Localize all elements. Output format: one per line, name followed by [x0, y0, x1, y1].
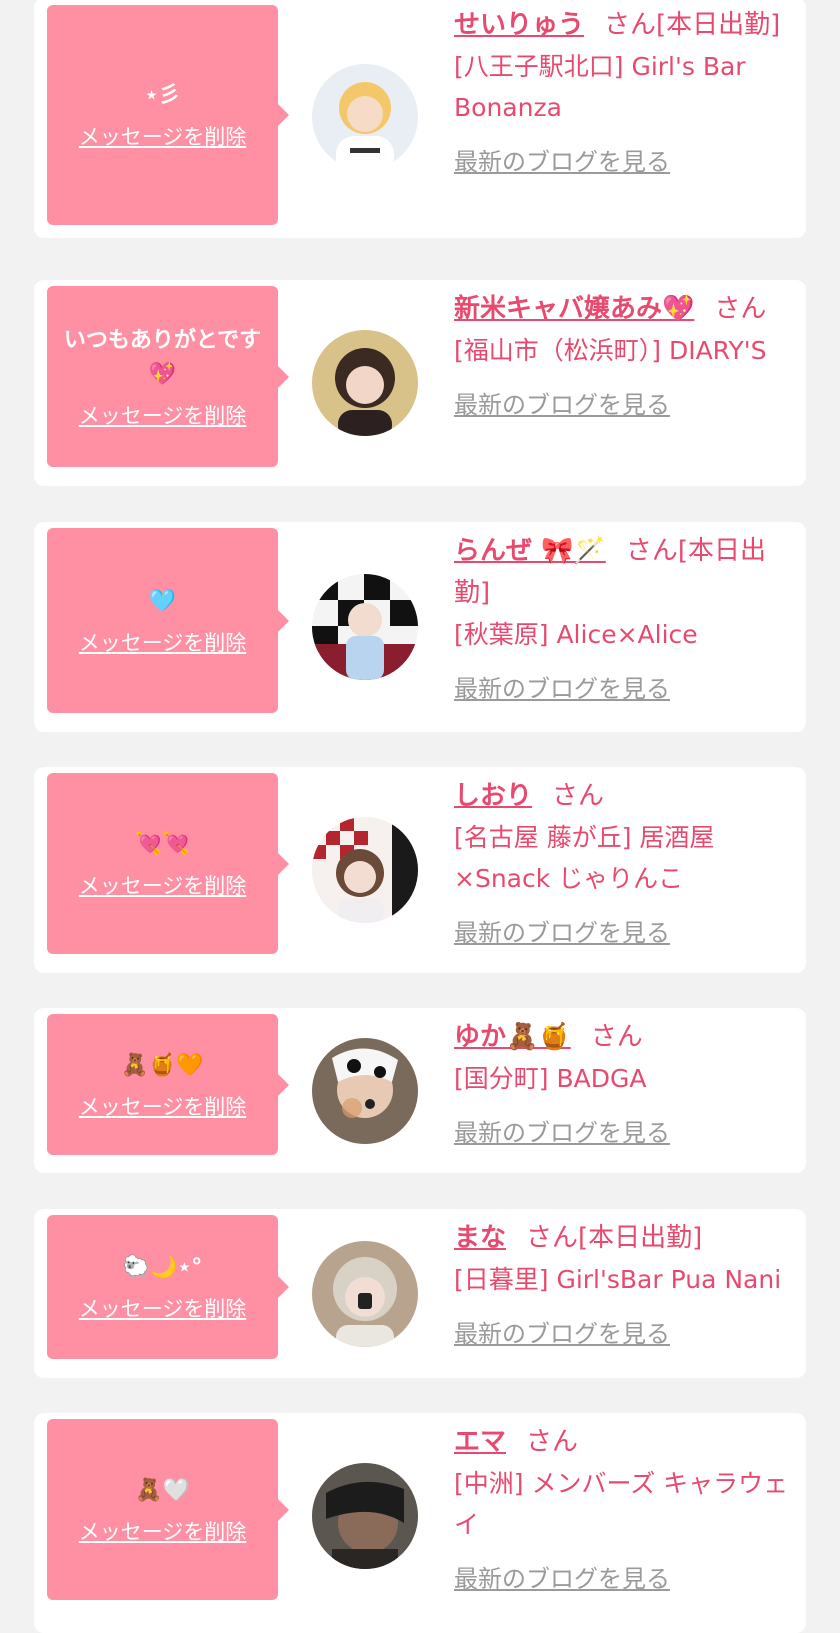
shop-info: [中洲] メンバーズ キャラウェイ	[454, 1469, 789, 1539]
message-text: 🧸🍯🧡	[121, 1052, 204, 1078]
avatar[interactable]	[312, 64, 418, 170]
honorific: さん	[552, 781, 605, 811]
message-text: 🩵	[148, 588, 177, 614]
message-text: 🧸🤍	[135, 1477, 190, 1503]
cast-name-link[interactable]: エマ	[454, 1427, 506, 1457]
cast-name-link[interactable]: まな	[454, 1223, 506, 1253]
avatar[interactable]	[312, 1038, 418, 1144]
latest-blog-link[interactable]: 最新のブログを見る	[454, 1559, 794, 1594]
shop-info: [名古屋 藤が丘] 居酒屋×Snack じゃりんこ	[454, 823, 715, 893]
message-bubble: 🧸🍯🧡 メッセージを削除	[47, 1014, 278, 1155]
message-card: ⋆彡 メッセージを削除 せいりゅう さん[本日出勤] [八王子駅北口] Girl'…	[34, 0, 806, 238]
delete-message-link[interactable]: メッセージを削除	[79, 870, 247, 900]
message-text: 💘💘	[135, 831, 190, 857]
message-text: 🐑🌙⋆°	[122, 1255, 203, 1280]
avatar[interactable]	[312, 817, 418, 923]
delete-message-link[interactable]: メッセージを削除	[79, 627, 247, 657]
shop-info: [福山市（松浜町）] DIARY'S	[454, 336, 767, 365]
message-bubble: 💘💘 メッセージを削除	[47, 773, 278, 954]
message-card: 🩵 メッセージを削除 らんぜ 🎀🪄 さん[本日出勤] [秋葉原] Alice×Al…	[34, 522, 806, 732]
message-text: ⋆彡	[144, 83, 181, 108]
latest-blog-link[interactable]: 最新のブログを見る	[454, 1113, 794, 1148]
shop-info: [日暮里] Girl'sBar Pua Nani	[454, 1265, 782, 1294]
message-text: いつもありがとです💖	[63, 327, 262, 387]
cast-name-link[interactable]: ゆか🧸🍯	[454, 1022, 571, 1052]
honorific: さん	[526, 1427, 579, 1457]
avatar[interactable]	[312, 330, 418, 436]
shop-info: [秋葉原] Alice×Alice	[454, 620, 698, 649]
message-bubble: 🐑🌙⋆° メッセージを削除	[47, 1215, 278, 1359]
avatar[interactable]	[312, 1463, 418, 1569]
honorific: さん	[526, 1223, 579, 1253]
delete-message-link[interactable]: メッセージを削除	[79, 1091, 247, 1121]
cast-name-link[interactable]: 新米キャバ嬢あみ💖	[454, 294, 694, 324]
latest-blog-link[interactable]: 最新のブログを見る	[454, 142, 794, 177]
message-card: 🧸🤍 メッセージを削除 エマ さん [中洲] メンバーズ キャラウェイ 最新のブロ…	[34, 1413, 806, 1633]
message-card: 🐑🌙⋆° メッセージを削除 まな さん[本日出勤] [日暮里] Girl'sBar…	[34, 1209, 806, 1378]
message-card: 🧸🍯🧡 メッセージを削除 ゆか🧸🍯 さん [国分町] BADGA 最新のブログを見…	[34, 1008, 806, 1173]
latest-blog-link[interactable]: 最新のブログを見る	[454, 385, 794, 420]
message-bubble: いつもありがとです💖 メッセージを削除	[47, 286, 278, 467]
delete-message-link[interactable]: メッセージを削除	[79, 121, 247, 151]
honorific: さん	[625, 536, 678, 566]
cast-name-link[interactable]: しおり	[454, 781, 532, 811]
honorific: さん	[604, 10, 657, 40]
message-list: ⋆彡 メッセージを削除 せいりゅう さん[本日出勤] [八王子駅北口] Girl'…	[0, 0, 840, 1633]
latest-blog-link[interactable]: 最新のブログを見る	[454, 669, 794, 704]
latest-blog-link[interactable]: 最新のブログを見る	[454, 913, 794, 948]
status-badge: [本日出勤]	[656, 10, 781, 40]
delete-message-link[interactable]: メッセージを削除	[79, 1293, 247, 1323]
status-badge: [本日出勤]	[578, 1223, 703, 1253]
message-bubble: 🩵 メッセージを削除	[47, 528, 278, 713]
shop-info: [八王子駅北口] Girl's Bar Bonanza	[454, 52, 746, 122]
delete-message-link[interactable]: メッセージを削除	[79, 400, 247, 430]
message-card: いつもありがとです💖 メッセージを削除 新米キャバ嬢あみ💖 さん [福山市（松浜町…	[34, 280, 806, 486]
cast-name-link[interactable]: せいりゅう	[454, 10, 584, 40]
message-bubble: 🧸🤍 メッセージを削除	[47, 1419, 278, 1600]
cast-name-link[interactable]: らんぜ 🎀🪄	[454, 536, 606, 566]
message-card: 💘💘 メッセージを削除 しおり さん [名古屋 藤が丘] 居酒屋×Snack じゃ…	[34, 767, 806, 973]
honorific: さん	[714, 294, 767, 324]
avatar[interactable]	[312, 1241, 418, 1347]
honorific: さん	[590, 1022, 643, 1052]
shop-info: [国分町] BADGA	[454, 1064, 647, 1093]
avatar[interactable]	[312, 574, 418, 680]
latest-blog-link[interactable]: 最新のブログを見る	[454, 1314, 794, 1349]
delete-message-link[interactable]: メッセージを削除	[79, 1516, 247, 1546]
message-bubble: ⋆彡 メッセージを削除	[47, 5, 278, 225]
